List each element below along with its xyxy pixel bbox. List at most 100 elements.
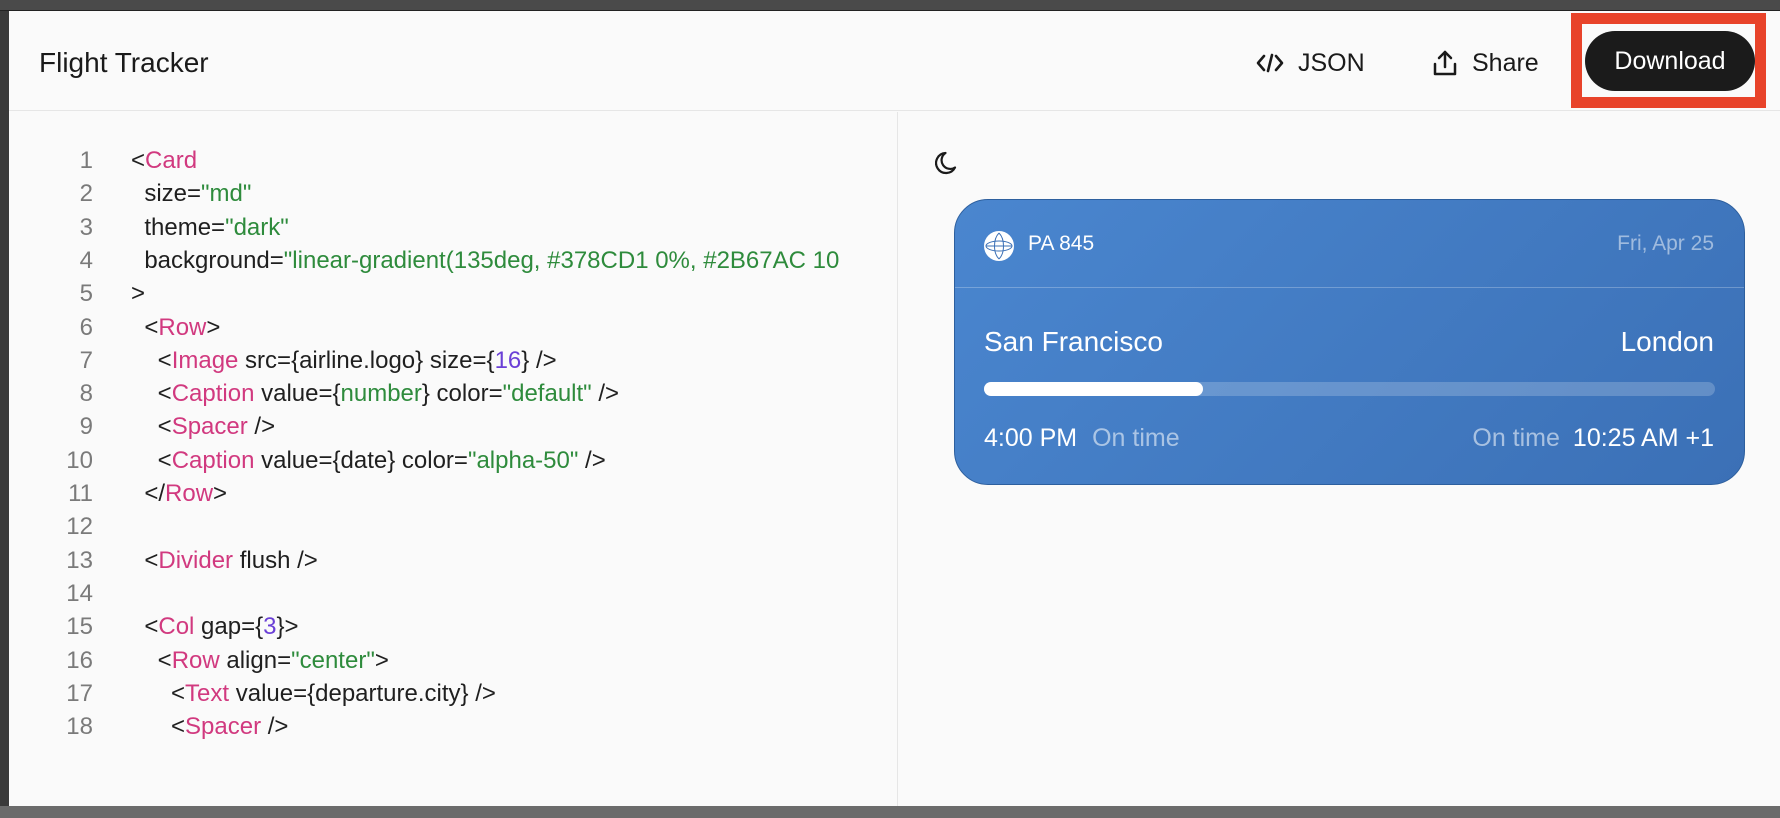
line-number: 1 bbox=[79, 147, 93, 174]
code-editor[interactable]: 1 <Card 2 size="md" 3 theme="dark" 4 backgro… bbox=[9, 112, 898, 808]
code-line: 13 <Divider flush /> bbox=[9, 542, 318, 580]
app-title: Flight Tracker bbox=[39, 47, 209, 78]
code-token: < bbox=[131, 679, 186, 707]
window-bottom-edge bbox=[0, 806, 1780, 818]
line-number: 10 bbox=[66, 446, 93, 474]
code-token: Row bbox=[165, 480, 214, 507]
code-icon bbox=[1256, 52, 1284, 74]
code-line: 6 <Row> bbox=[9, 309, 221, 347]
code-line: 17 <Text value={departure.city} /> bbox=[9, 675, 496, 713]
line-number: 14 bbox=[66, 579, 93, 607]
line-number: 3 bbox=[79, 213, 93, 241]
code-token: } /> bbox=[521, 346, 557, 374]
line-number: 17 bbox=[66, 679, 93, 707]
code-token: 3 bbox=[263, 613, 277, 641]
arrival-time: 10:25 AM +1 bbox=[1572, 424, 1714, 452]
code-line: 14 bbox=[9, 575, 131, 613]
flight-card: PA 845 Fri, Apr 25 San Francisco London … bbox=[954, 199, 1745, 485]
line-number: 18 bbox=[66, 713, 93, 741]
line-number: 4 bbox=[79, 246, 93, 274]
moon-icon[interactable] bbox=[934, 150, 961, 181]
code-token: value={ bbox=[254, 380, 341, 408]
code-token: Col bbox=[158, 613, 195, 641]
json-label: JSON bbox=[1298, 48, 1365, 77]
line-number: 6 bbox=[79, 313, 93, 341]
download-button[interactable]: Download bbox=[1585, 31, 1755, 91]
departure-time: 4:00 PM bbox=[984, 424, 1078, 452]
code-token: "alpha-50" bbox=[467, 446, 579, 474]
code-token: Row bbox=[171, 646, 220, 674]
code-line: 18 <Spacer /> bbox=[9, 708, 288, 746]
code-token: background= bbox=[131, 246, 284, 274]
window-top-edge bbox=[0, 0, 1780, 11]
code-token: < bbox=[131, 313, 159, 341]
code-token: Divider bbox=[158, 546, 234, 574]
line-number: 7 bbox=[79, 346, 93, 374]
line-number: 15 bbox=[66, 613, 93, 641]
code-token: } color= bbox=[421, 380, 503, 408]
code-line: 9 <Spacer /> bbox=[9, 408, 275, 446]
code-token: "md" bbox=[201, 180, 252, 208]
code-token: > bbox=[374, 646, 389, 674]
departure-city: San Francisco bbox=[984, 326, 1163, 357]
code-token: < bbox=[131, 446, 172, 474]
line-number: 12 bbox=[66, 513, 93, 541]
progress-track bbox=[984, 382, 1715, 396]
line-number: 13 bbox=[66, 546, 93, 574]
code-token: Caption bbox=[171, 380, 255, 408]
share-icon bbox=[1432, 50, 1458, 76]
code-token: 16 bbox=[494, 346, 522, 374]
code-token: Card bbox=[145, 147, 198, 174]
code-token: }> bbox=[276, 613, 299, 641]
code-token: < bbox=[131, 346, 172, 374]
flight-number: PA 845 bbox=[1028, 232, 1095, 255]
code-token: flush /> bbox=[233, 546, 318, 574]
app-window: Flight Tracker JSON Share Download 1 <Ca… bbox=[9, 11, 1780, 808]
code-token: "linear-gradient(135deg, #378CD1 0%, #2B… bbox=[283, 246, 840, 274]
line-number: 8 bbox=[79, 380, 93, 408]
json-button[interactable]: JSON bbox=[1256, 41, 1365, 85]
code-line: 2 size="md" bbox=[9, 175, 252, 213]
code-token: Row bbox=[158, 313, 207, 341]
card-header: PA 845 Fri, Apr 25 bbox=[955, 200, 1744, 288]
code-token: "default" bbox=[502, 380, 592, 408]
line-number: 11 bbox=[68, 480, 93, 507]
code-line: 1 <Card bbox=[9, 142, 197, 180]
code-token: "center" bbox=[291, 646, 375, 674]
arrival-city: London bbox=[1620, 326, 1714, 357]
code-line: 11 </Row> bbox=[9, 475, 227, 513]
airline-logo-icon bbox=[984, 231, 1014, 261]
code-token: number bbox=[340, 380, 422, 408]
code-token: theme= bbox=[131, 213, 226, 241]
code-line: 7 <Image src={airline.logo} size={16} /> bbox=[9, 342, 557, 380]
line-number: 5 bbox=[79, 280, 93, 308]
share-button[interactable]: Share bbox=[1432, 41, 1539, 85]
header-bar: Flight Tracker JSON Share Download bbox=[9, 11, 1780, 111]
arrival-times: On time 10:25 AM +1 bbox=[1472, 424, 1714, 453]
line-number: 9 bbox=[79, 413, 93, 441]
code-line: 16 <Row align="center"> bbox=[9, 642, 389, 680]
code-token: value={departure.city} /> bbox=[229, 679, 496, 707]
share-label: Share bbox=[1472, 48, 1539, 77]
departure-times: 4:00 PM On time bbox=[984, 424, 1180, 453]
preview-pane: PA 845 Fri, Apr 25 San Francisco London … bbox=[899, 112, 1780, 808]
code-token: > bbox=[213, 480, 228, 507]
code-token: < bbox=[131, 613, 159, 641]
code-token: align= bbox=[219, 646, 292, 674]
progress-fill bbox=[984, 382, 1204, 396]
line-number: 16 bbox=[66, 646, 93, 674]
code-token: < bbox=[131, 147, 146, 174]
arrival-status: On time bbox=[1472, 424, 1560, 452]
code-token: /> bbox=[247, 413, 276, 441]
code-token: /> bbox=[578, 446, 606, 474]
code-token: < bbox=[131, 546, 159, 574]
code-token: </ bbox=[131, 480, 166, 507]
code-token: Spacer bbox=[171, 413, 248, 441]
line-number: 2 bbox=[79, 180, 93, 208]
code-token: < bbox=[131, 413, 172, 441]
code-token: < bbox=[131, 646, 172, 674]
code-line: 10 <Caption value={date} color="alpha-50… bbox=[9, 442, 606, 480]
code-token: src={airline.logo} size={ bbox=[238, 346, 495, 374]
code-token: < bbox=[131, 380, 172, 408]
code-token: size= bbox=[131, 180, 202, 208]
